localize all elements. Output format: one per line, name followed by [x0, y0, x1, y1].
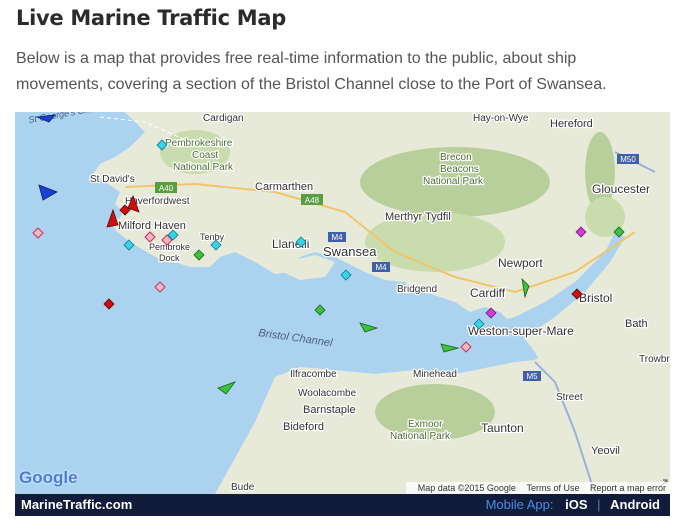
map-canvas[interactable]: A40 A48 M4 M4 M50 M5 Cardigan Hay-on-Wye…	[15, 112, 670, 494]
place-label: Carmarthen	[255, 181, 313, 193]
place-label: Bideford	[283, 421, 324, 433]
svg-text:M50: M50	[620, 155, 636, 164]
place-label: Bude	[231, 482, 255, 493]
place-label: Cardigan	[203, 113, 244, 124]
map-footer-bar: MarineTraffic.com Mobile App: iOS | Andr…	[15, 494, 670, 516]
road-shield-m4-east: M4	[372, 262, 390, 272]
place-label: Tenby	[200, 232, 225, 242]
svg-text:M5: M5	[526, 372, 538, 381]
road-shield-a48: A48	[301, 194, 323, 205]
place-label: National Park	[423, 176, 484, 187]
place-label: Minehead	[413, 369, 457, 380]
place-label: National Park	[173, 162, 234, 173]
map-attribution: Map data ©2015 Google Terms of Use Repor…	[405, 482, 670, 494]
place-label: Pembrokeshire	[165, 138, 233, 149]
place-label: Brecon	[440, 152, 472, 163]
place-label: Woolacombe	[298, 388, 357, 399]
google-logo: Google	[19, 468, 78, 487]
road-shield-m50: M50	[617, 154, 639, 164]
place-label: Gloucester	[592, 182, 650, 196]
terms-of-use-link[interactable]: Terms of Use	[526, 483, 579, 493]
place-label: Exmoor	[408, 419, 443, 430]
place-label: Merthyr Tydfil	[385, 211, 451, 223]
ios-link[interactable]: iOS	[565, 497, 587, 512]
mobile-app-links: Mobile App: iOS | Android	[486, 497, 660, 512]
place-label: Bristol	[579, 291, 612, 305]
place-label: Yeovil	[591, 445, 620, 457]
place-label: Swansea	[323, 244, 377, 259]
place-label: National Park	[390, 431, 451, 442]
page-title: Live Marine Traffic Map	[16, 6, 286, 30]
place-label: Newport	[498, 256, 543, 270]
report-map-error-link[interactable]: Report a map error	[590, 483, 666, 493]
place-label: Barnstaple	[303, 404, 356, 416]
intro-paragraph: Below is a map that provides free real-t…	[16, 50, 607, 93]
road-shield-a40: A40	[155, 182, 177, 193]
place-label: Weston-super-Mare	[468, 324, 574, 338]
place-label: Bath	[625, 318, 648, 330]
svg-text:M4: M4	[375, 263, 387, 272]
separator: |	[597, 497, 601, 512]
svg-text:A40: A40	[159, 184, 174, 193]
place-label: St David's	[90, 174, 135, 185]
place-label: Cardiff	[470, 286, 506, 300]
marine-traffic-map[interactable]: A40 A48 M4 M4 M50 M5 Cardigan Hay-on-Wye…	[15, 112, 670, 494]
map-data-credit: Map data ©2015 Google	[417, 483, 516, 493]
place-label: Bridgend	[397, 284, 437, 295]
place-label: Hereford	[550, 118, 593, 130]
place-label: Dock	[159, 253, 180, 263]
place-label: Beacons	[440, 164, 479, 175]
place-label: Pembroke	[149, 242, 190, 252]
road-shield-m5: M5	[523, 371, 541, 381]
place-label: Hay-on-Wye	[473, 113, 529, 124]
svg-text:A48: A48	[305, 196, 320, 205]
android-link[interactable]: Android	[610, 497, 660, 512]
place-label: Trowbr	[639, 354, 670, 365]
place-label: Ilfracombe	[290, 369, 337, 380]
svg-text:M4: M4	[331, 233, 343, 242]
place-label: Taunton	[481, 421, 524, 435]
place-label: Street	[556, 392, 583, 403]
road-shield-m4-west: M4	[328, 232, 346, 242]
mobile-app-label: Mobile App:	[485, 497, 554, 512]
marinetraffic-link[interactable]: MarineTraffic.com	[21, 497, 132, 512]
place-label: Coast	[192, 150, 218, 161]
place-label: Milford Haven	[118, 220, 186, 232]
